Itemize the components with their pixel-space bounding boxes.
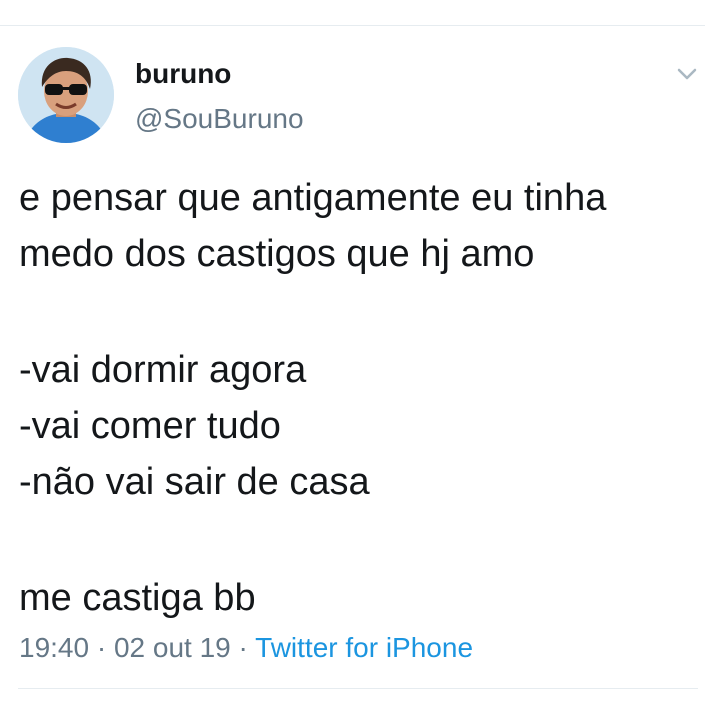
tweet-text-paragraph-1: e pensar que antigamente eu tinha medo d…: [19, 177, 607, 275]
top-divider: [0, 25, 705, 26]
tweet-metadata: 19:40 · 02 out 19 · Twitter for iPhone: [19, 630, 473, 666]
tweet-time[interactable]: 19:40: [19, 632, 89, 663]
tweet-text-paragraph-2: -vai dormir agora -vai comer tudo -não v…: [19, 349, 370, 503]
chevron-down-icon[interactable]: [676, 66, 698, 82]
tweet-text-paragraph-3: me castiga bb: [19, 577, 256, 619]
bottom-divider: [18, 688, 698, 689]
author-handle[interactable]: @SouBuruno: [135, 102, 304, 136]
meta-separator: ·: [230, 632, 256, 663]
meta-separator: ·: [89, 632, 114, 663]
tweet-date[interactable]: 02 out 19: [114, 632, 231, 663]
user-avatar[interactable]: [18, 47, 114, 143]
tweet-source-link[interactable]: Twitter for iPhone: [255, 632, 473, 663]
tweet-text: e pensar que antigamente eu tinha medo d…: [19, 170, 699, 626]
avatar-photo-icon: [18, 47, 114, 143]
author-display-name[interactable]: buruno: [135, 57, 231, 91]
